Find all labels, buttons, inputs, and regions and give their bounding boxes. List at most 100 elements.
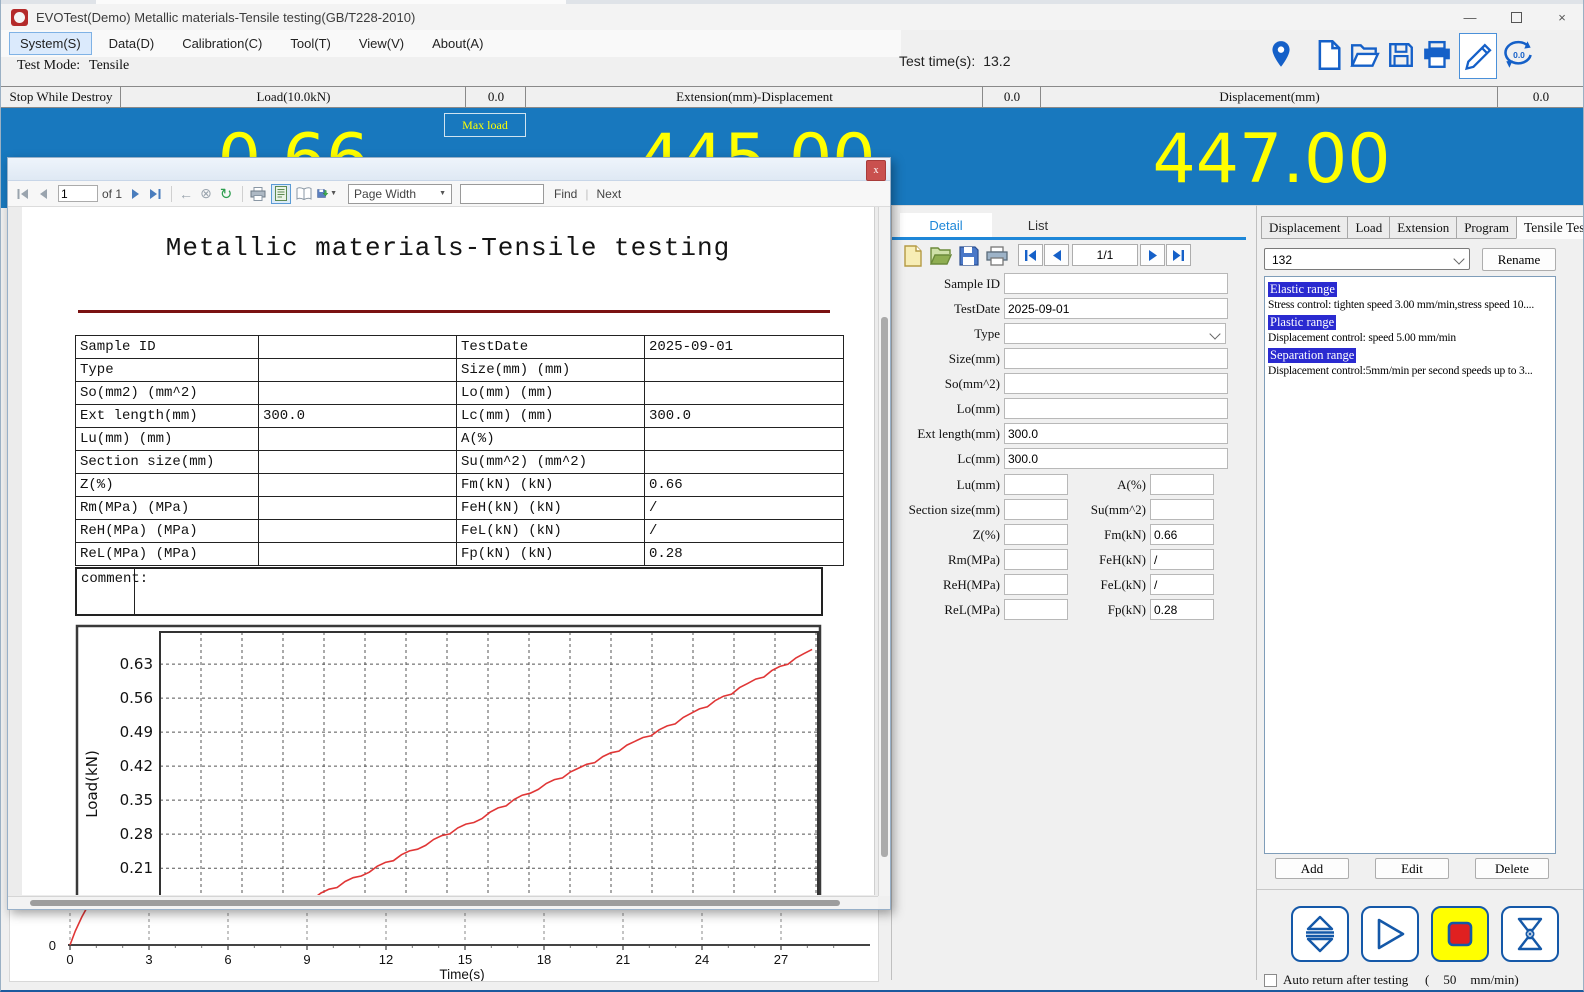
save-floppy-icon xyxy=(1387,40,1415,70)
field-label: Su(mm^2) xyxy=(1062,502,1146,518)
tab-tensile-test[interactable]: Tensile Test xyxy=(1516,216,1584,239)
page-number-input[interactable] xyxy=(58,185,98,202)
report-table-cell: Lu(mm) (mm) xyxy=(76,428,259,451)
report-table-cell: 0.66 xyxy=(645,474,844,497)
section-size-input[interactable] xyxy=(1004,499,1068,520)
report-window-titlebar[interactable]: x xyxy=(8,158,890,181)
stop-loading-button[interactable]: ⊗ xyxy=(197,185,215,203)
start-button[interactable] xyxy=(1361,906,1419,962)
z-percent-input[interactable] xyxy=(1004,524,1068,545)
horizontal-scroll-thumb[interactable] xyxy=(30,900,840,906)
wait-button[interactable] xyxy=(1501,906,1559,962)
menu-item-data[interactable]: Data(D) xyxy=(98,32,166,55)
method-step-list[interactable]: Elastic rangeStress control: tighten spe… xyxy=(1264,276,1556,854)
tab-load[interactable]: Load xyxy=(1347,216,1389,239)
reh-input[interactable] xyxy=(1004,574,1068,595)
tab-program[interactable]: Program xyxy=(1456,216,1516,239)
page-next-button[interactable] xyxy=(126,185,144,203)
page-last-button[interactable] xyxy=(146,185,164,203)
page-first-button[interactable] xyxy=(14,185,32,203)
report-page: Metallic materials-Tensile testing Sampl… xyxy=(22,207,875,895)
detail-panel: Detail List xyxy=(891,205,1256,980)
menu-item-view[interactable]: View(V) xyxy=(348,32,415,55)
edit-button[interactable] xyxy=(1459,33,1497,79)
method-select[interactable]: 132 xyxy=(1264,248,1470,270)
close-button[interactable]: × xyxy=(1539,4,1584,30)
feh-input[interactable] xyxy=(1150,549,1214,570)
a-percent-input[interactable] xyxy=(1150,474,1214,495)
max-load-badge[interactable]: Max load xyxy=(444,113,526,137)
test-date-input[interactable] xyxy=(1004,298,1228,319)
record-print-button[interactable] xyxy=(984,244,1010,268)
tab-displacement[interactable]: Displacement xyxy=(1261,216,1347,239)
auto-return-checkbox[interactable] xyxy=(1264,974,1277,987)
ext-length-input[interactable] xyxy=(1004,423,1228,444)
report-vertical-scrollbar[interactable] xyxy=(878,207,890,896)
print-button[interactable] xyxy=(1419,34,1455,76)
fel-input[interactable] xyxy=(1150,574,1214,595)
rel-input[interactable] xyxy=(1004,599,1068,620)
locate-pin-button[interactable] xyxy=(1263,34,1299,76)
zoom-mode-select[interactable]: Page Width ▼ xyxy=(348,184,452,204)
menu-item-system[interactable]: System(S) xyxy=(9,32,92,55)
menu-item-calibration[interactable]: Calibration(C) xyxy=(171,32,273,55)
test-time-label: Test time(s): xyxy=(899,53,975,69)
next-record-icon xyxy=(1148,250,1158,261)
fp-input[interactable] xyxy=(1150,599,1214,620)
su-input[interactable] xyxy=(1150,499,1214,520)
new-file-button[interactable] xyxy=(1311,34,1347,76)
menu-item-about[interactable]: About(A) xyxy=(421,32,494,55)
field-row: TestDate xyxy=(892,298,1256,320)
stop-button[interactable] xyxy=(1431,906,1489,962)
fm-input[interactable] xyxy=(1150,524,1214,545)
rename-button[interactable]: Rename xyxy=(1482,248,1556,271)
lu-input[interactable] xyxy=(1004,474,1068,495)
edit-button[interactable]: Edit xyxy=(1375,858,1449,879)
method-step-name[interactable]: Elastic range xyxy=(1268,282,1337,297)
jog-button[interactable] xyxy=(1291,906,1349,962)
refresh-button[interactable]: ↻ xyxy=(217,185,235,203)
method-step-name[interactable]: Plastic range xyxy=(1268,315,1336,330)
page-setup-button[interactable] xyxy=(294,184,314,204)
tab-detail[interactable]: Detail xyxy=(900,213,992,237)
record-next-button[interactable] xyxy=(1140,244,1165,266)
gauge-header-cell[interactable]: Stop While Destroy xyxy=(1,87,121,107)
lo-input[interactable] xyxy=(1004,398,1228,419)
find-next-link[interactable]: Next xyxy=(596,187,621,201)
record-new-button[interactable] xyxy=(900,244,926,268)
back-button[interactable]: ← xyxy=(177,185,195,203)
tab-extension[interactable]: Extension xyxy=(1389,216,1456,239)
so-input[interactable] xyxy=(1004,373,1228,394)
open-file-button[interactable] xyxy=(1347,34,1383,76)
report-horizontal-scrollbar[interactable] xyxy=(8,896,878,909)
save-button[interactable] xyxy=(1383,34,1419,76)
rm-input[interactable] xyxy=(1004,549,1068,570)
delete-button[interactable]: Delete xyxy=(1475,858,1549,879)
find-text-input[interactable] xyxy=(460,184,544,204)
record-open-button[interactable] xyxy=(928,244,954,268)
maximize-button[interactable] xyxy=(1493,4,1539,30)
lc-input[interactable] xyxy=(1004,448,1228,469)
report-close-button[interactable]: x xyxy=(866,160,886,181)
record-prev-button[interactable] xyxy=(1044,244,1069,266)
page-prev-button[interactable] xyxy=(34,185,52,203)
gauge-header-cell: 0.0 xyxy=(1498,87,1584,107)
menu-item-tool[interactable]: Tool(T) xyxy=(279,32,341,55)
record-first-button[interactable] xyxy=(1018,244,1043,266)
zero-reset-button[interactable]: 0.0 xyxy=(1501,34,1537,76)
type-select[interactable] xyxy=(1004,323,1226,344)
record-last-button[interactable] xyxy=(1166,244,1191,266)
record-save-button[interactable] xyxy=(956,244,982,268)
minimize-button[interactable]: — xyxy=(1447,4,1493,30)
vertical-scroll-thumb[interactable] xyxy=(881,317,888,857)
size-input[interactable] xyxy=(1004,348,1228,369)
report-print-button[interactable] xyxy=(248,184,268,204)
field-label: TestDate xyxy=(892,301,1000,317)
tab-list[interactable]: List xyxy=(992,213,1084,237)
add-button[interactable]: Add xyxy=(1275,858,1349,879)
find-link[interactable]: Find xyxy=(554,187,577,201)
print-layout-button[interactable] xyxy=(271,184,291,204)
method-step-name[interactable]: Separation range xyxy=(1268,348,1356,363)
sample-id-input[interactable] xyxy=(1004,273,1228,294)
export-button[interactable]: ▼ xyxy=(317,184,337,204)
